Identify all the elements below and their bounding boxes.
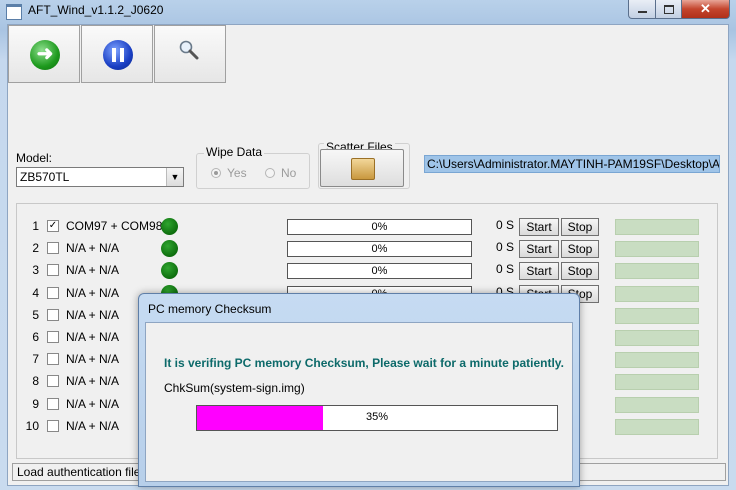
search-button[interactable] [154,25,226,83]
port-elapsed: 0 S [496,262,515,277]
wipe-yes-label: Yes [227,166,247,180]
port-status-icon [161,262,178,280]
port-label: N/A + N/A [66,307,120,322]
port-status-icon [161,218,178,235]
port-result-box [615,396,699,413]
port-checkbox[interactable] [47,308,59,321]
dialog-message: It is verifing PC memory Checksum, Pleas… [164,356,564,370]
pause-icon [103,40,133,70]
model-select[interactable]: ZB570TL ▼ [16,167,184,187]
port-result-box [615,330,699,346]
window-title: AFT_Wind_v1.1.2_J0620 [28,3,164,17]
port-number: 9 [32,396,39,411]
maximize-button[interactable] [655,0,683,19]
port-elapsed: 0 S [496,240,515,255]
port-result-box [615,307,699,324]
port-stop-button[interactable]: Stop [561,240,599,259]
port-checkbox[interactable] [47,264,59,277]
port-row: 2 N/A + N/A 0% 0 S Start Stop [17,238,717,260]
main-window: AFT_Wind_v1.1.2_J0620 ✕ Model: ZB570TL ▼… [0,0,736,490]
checksum-file-label: ChkSum(system-sign.img) [164,381,305,395]
port-label: N/A + N/A [66,285,120,300]
port-number: 2 [32,241,39,256]
port-checkbox[interactable] [47,286,59,299]
app-icon [6,4,22,20]
minimize-button[interactable] [628,0,657,19]
status-text: Load authentication file [17,465,141,479]
port-row: 3 N/A + N/A 0% 0 S Start Stop [17,260,717,282]
port-result-box [615,241,699,258]
wipe-yes-radio[interactable] [211,168,221,178]
port-checkbox[interactable] [47,375,59,388]
port-checkbox[interactable] [47,419,59,432]
close-button[interactable]: ✕ [681,0,730,19]
search-icon [179,40,199,60]
checksum-progress-bar: 35% [196,405,558,431]
scatter-path-text: C:\Users\Administrator.MAYTINH-PAM19SF\D… [427,157,720,171]
scatter-path-field[interactable]: C:\Users\Administrator.MAYTINH-PAM19SF\D… [424,155,720,173]
port-number: 6 [32,330,39,344]
port-start-button[interactable]: Start [519,218,559,236]
port-status-icon [161,240,178,258]
port-label: N/A + N/A [66,241,120,256]
scatter-file-button[interactable] [320,149,404,187]
port-label: N/A + N/A [66,352,120,367]
port-label: N/A + N/A [66,374,120,389]
pause-button[interactable] [81,25,153,83]
port-label: N/A + N/A [66,263,120,278]
checksum-dialog: PC memory Checksum It is verifing PC mem… [138,293,580,487]
port-number: 3 [32,263,39,278]
port-result-box [615,374,699,391]
maximize-icon [664,4,674,14]
port-result-box [615,219,699,235]
checksum-progress-label: 35% [365,411,389,423]
model-value: ZB570TL [20,170,70,184]
port-progress-bar: 0% [287,219,472,235]
port-label: N/A + N/A [66,330,120,344]
port-checkbox[interactable] [47,331,59,343]
wipe-no-label: No [281,166,297,180]
port-start-button[interactable]: Start [519,240,559,259]
port-checkbox[interactable] [47,242,59,255]
dialog-title: PC memory Checksum [148,302,272,316]
chevron-down-icon[interactable]: ▼ [166,168,183,186]
minimize-icon [638,11,647,13]
port-stop-button[interactable]: Stop [561,218,599,236]
port-number: 7 [32,352,39,367]
port-result-box [615,285,699,302]
folder-icon [351,158,375,180]
wipe-no-radio[interactable] [265,168,275,178]
port-checkbox[interactable] [47,397,59,410]
port-number: 4 [32,285,39,300]
port-progress-bar: 0% [287,241,472,258]
close-icon: ✕ [700,1,711,16]
start-all-button[interactable] [8,25,80,83]
port-stop-button[interactable]: Stop [561,262,599,281]
start-arrow-icon [30,40,60,70]
port-elapsed: 0 S [496,218,515,232]
port-progress-bar: 0% [287,263,472,280]
port-checkbox[interactable]: ✓ [47,220,59,232]
port-number: 10 [25,418,39,433]
port-row: 1 ✓ COM97 + COM98 0% 0 S Start Stop [17,216,717,238]
port-result-box [615,418,699,435]
port-number: 1 [32,219,39,233]
port-number: 5 [32,307,39,322]
port-checkbox[interactable] [47,353,59,366]
dialog-body: It is verifing PC memory Checksum, Pleas… [145,322,573,482]
title-bar[interactable]: AFT_Wind_v1.1.2_J0620 [0,0,736,22]
wipe-data-label: Wipe Data [204,145,265,159]
model-label: Model: [16,151,53,165]
port-label: COM97 + COM98 [66,219,163,233]
port-label: N/A + N/A [66,418,120,433]
port-result-box [615,352,699,369]
port-number: 8 [32,374,39,389]
port-label: N/A + N/A [66,396,120,411]
port-start-button[interactable]: Start [519,262,559,281]
port-result-box [615,263,699,280]
